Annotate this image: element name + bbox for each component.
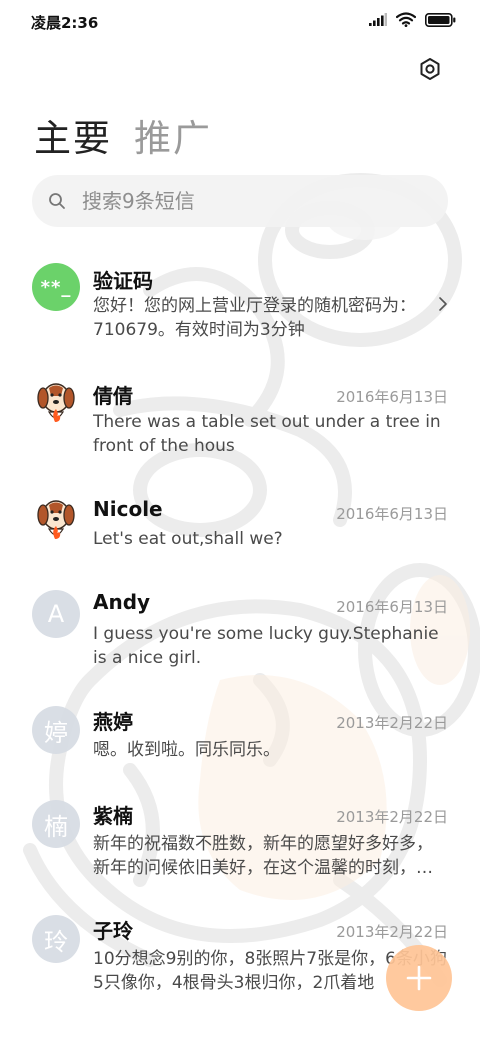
contact-name: Andy bbox=[93, 590, 151, 614]
cellular-signal-icon bbox=[369, 13, 387, 26]
contact-name: 倩倩 bbox=[93, 384, 133, 408]
message-date: 2016年6月13日 bbox=[336, 598, 448, 616]
status-icons bbox=[369, 12, 456, 27]
message-preview: There was a table set out under a tree i… bbox=[93, 412, 441, 456]
verification-avatar: **_ bbox=[32, 263, 80, 311]
settings-button[interactable] bbox=[416, 55, 444, 83]
search-input[interactable] bbox=[80, 188, 404, 214]
messages-screen: 凌晨2:36 主要 推广 搜索9条短信 **_ 验证码 您好！您的网上营业厅登录… bbox=[0, 0, 480, 1040]
conversation-item[interactable]: 倩倩 2016年6月13日 There was a table set out … bbox=[0, 370, 480, 480]
message-preview: I guess you're some lucky guy.Stephanie … bbox=[93, 624, 439, 668]
message-date: 2013年2月22日 bbox=[336, 923, 448, 941]
contact-name: 燕婷 bbox=[93, 710, 133, 734]
status-bar: 凌晨2:36 bbox=[0, 0, 480, 44]
contact-avatar: 婷 bbox=[32, 706, 80, 754]
tab-main[interactable]: 主要 bbox=[34, 108, 112, 162]
message-tabs: 主要 推广 bbox=[34, 108, 212, 162]
contact-avatar: A bbox=[32, 590, 80, 638]
chevron-right-icon bbox=[439, 297, 447, 311]
conversation-item[interactable]: 楠 紫楠 2013年2月22日 新年的祝福数不胜数，新年的愿望好多好多，新年的问… bbox=[0, 800, 480, 900]
tab-promotions[interactable]: 推广 bbox=[134, 108, 212, 162]
dog-avatar-icon bbox=[32, 378, 80, 426]
search-bar[interactable] bbox=[32, 175, 448, 227]
dog-avatar-icon bbox=[32, 495, 80, 543]
conversation-item[interactable]: 婷 燕婷 2013年2月22日 嗯。收到啦。同乐同乐。 bbox=[0, 706, 480, 786]
contact-avatar: 玲 bbox=[32, 915, 80, 963]
conversation-item[interactable]: A Andy 2016年6月13日 I guess you're some lu… bbox=[0, 590, 480, 690]
status-time: 凌晨2:36 bbox=[31, 14, 99, 32]
message-preview: 您好！您的网上营业厅登录的随机密码为：710679。有效时间为3分钟 bbox=[93, 296, 416, 340]
message-preview: 新年的祝福数不胜数，新年的愿望好多好多，新年的问候依旧美好，在这个温馨的时刻，… bbox=[93, 834, 433, 878]
contact-avatar: 楠 bbox=[32, 800, 80, 848]
message-preview: Let's eat out,shall we? bbox=[93, 529, 283, 549]
settings-hexagon-icon bbox=[420, 58, 440, 80]
message-date: 2013年2月22日 bbox=[336, 714, 448, 732]
message-date: 2013年2月22日 bbox=[336, 808, 448, 826]
message-date: 2016年6月13日 bbox=[336, 505, 448, 523]
contact-name: 验证码 bbox=[93, 269, 153, 293]
search-icon bbox=[49, 193, 65, 209]
wifi-icon bbox=[396, 12, 416, 27]
conversation-item[interactable]: **_ 验证码 您好！您的网上营业厅登录的随机密码为：710679。有效时间为3… bbox=[0, 250, 480, 360]
message-date: 2016年6月13日 bbox=[336, 388, 448, 406]
message-preview: 嗯。收到啦。同乐同乐。 bbox=[93, 740, 280, 760]
battery-icon bbox=[425, 12, 456, 27]
new-message-button[interactable] bbox=[386, 945, 452, 1011]
contact-name: 子玲 bbox=[93, 919, 133, 943]
conversation-item[interactable]: Nicole 2016年6月13日 Let's eat out,shall we… bbox=[0, 487, 480, 577]
contact-name: Nicole bbox=[93, 497, 163, 521]
plus-icon bbox=[406, 965, 432, 991]
contact-name: 紫楠 bbox=[93, 804, 133, 828]
